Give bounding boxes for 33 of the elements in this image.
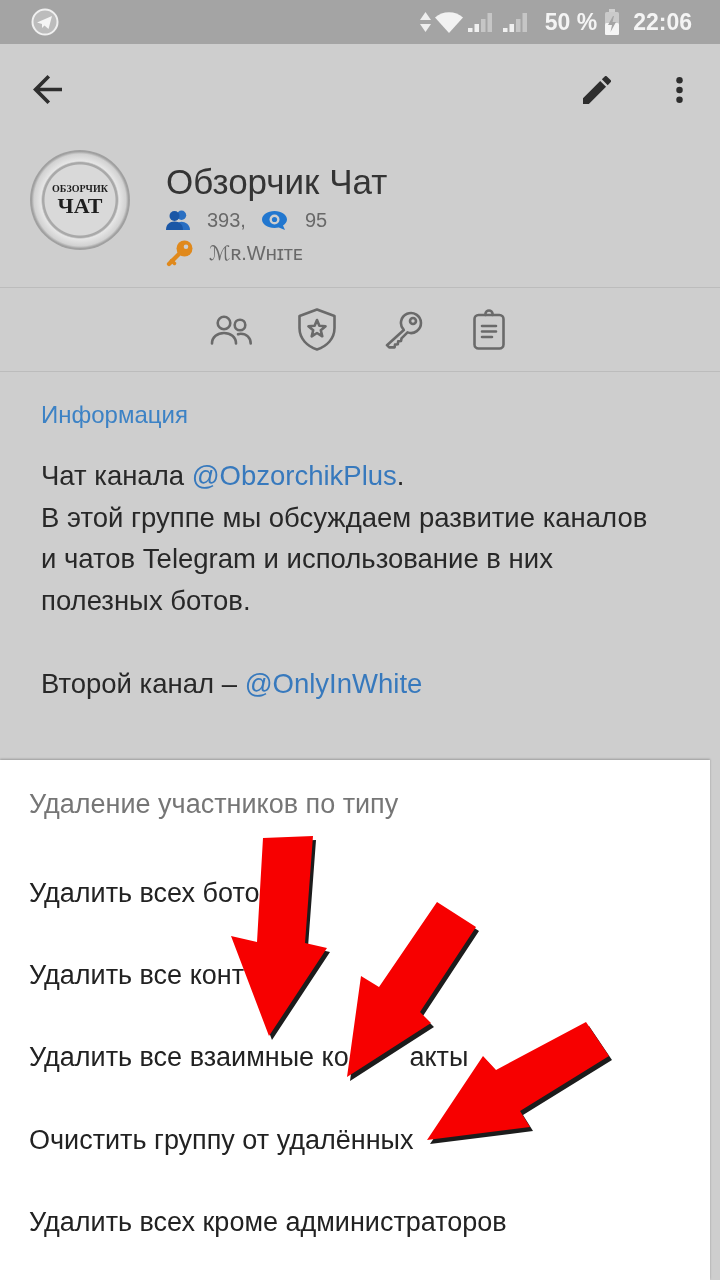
menu-item[interactable]: Удалить всех бото xyxy=(29,876,260,910)
menu-item[interactable]: Удалить все взаимные ко акты xyxy=(29,1040,469,1075)
key-outline-icon[interactable] xyxy=(383,310,423,349)
edit-pencil-icon[interactable] xyxy=(583,75,611,104)
eye-bubble-icon xyxy=(261,210,289,230)
dialog-title: Удаление участников по типу xyxy=(29,789,400,819)
chat-title: Обзорчик Чат xyxy=(166,163,388,201)
members-count: 393, xyxy=(207,208,246,232)
logo-text: ОБЗОРЧИК xyxy=(52,183,108,195)
people-icon xyxy=(166,210,190,230)
more-menu-icon[interactable] xyxy=(676,76,683,103)
signal-icon xyxy=(467,12,493,32)
menu-item[interactable]: Удалить все конт xyxy=(29,958,245,993)
description-text: Второй канал – @OnlyInWhite xyxy=(41,666,424,701)
key-icon xyxy=(166,239,193,267)
back-arrow-icon[interactable] xyxy=(33,75,62,104)
menu-item[interactable]: Очистить группу от удалённых xyxy=(29,1122,414,1157)
owner-name: ℳʀ.Wʜɪᴛᴇ xyxy=(209,241,303,265)
menu-item[interactable]: Удалить всех кроме администраторов xyxy=(29,1204,507,1239)
description-text: Чат канала @ObzorchikPlus. В этой группе мы обсуждаем развитие каналов и чатов Telegram и использование в них полезных ботов. xyxy=(41,459,649,618)
people-outline-icon[interactable] xyxy=(210,314,252,345)
logo-text: ЧАТ xyxy=(57,195,103,217)
paper-plane-icon xyxy=(31,8,59,36)
online-count: 95 xyxy=(304,208,328,232)
clipboard-icon[interactable] xyxy=(473,309,505,350)
signal-icon xyxy=(502,12,528,32)
wifi-icon xyxy=(434,11,463,33)
battery-icon xyxy=(605,9,620,35)
section-heading: Информация xyxy=(41,400,189,430)
shield-star-icon[interactable] xyxy=(297,308,337,351)
clock-time: 22:06 xyxy=(633,8,692,36)
battery-percent: 50 % xyxy=(544,8,598,36)
up-down-arrows-icon xyxy=(419,12,431,32)
